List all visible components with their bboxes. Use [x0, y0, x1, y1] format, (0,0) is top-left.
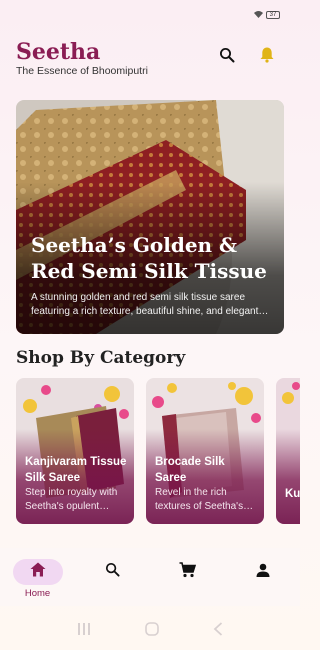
wifi-icon	[254, 10, 263, 20]
featured-banner[interactable]: Seetha’s Golden & Red Semi Silk Tissue S…	[16, 100, 284, 334]
notifications-button[interactable]	[258, 46, 276, 68]
status-icons: 37	[254, 10, 280, 20]
back-icon[interactable]	[213, 621, 223, 641]
system-navigation-bar	[0, 612, 300, 650]
featured-description: A stunning golden and red semi silk tiss…	[31, 292, 259, 317]
search-button[interactable]	[218, 47, 236, 68]
bell-icon	[259, 46, 275, 68]
category-card-kanjivaram[interactable]: Kanjivaram Tissue Silk Saree Step into r…	[16, 378, 134, 524]
brand-tagline: The Essence of Bhoomiputri	[16, 65, 148, 77]
category-title: Brocade Silk Saree	[155, 456, 225, 484]
recent-apps-icon[interactable]	[77, 622, 91, 640]
featured-title: Seetha’s Golden & Red Semi Silk Tissue S…	[31, 233, 267, 286]
battery-indicator: 37	[266, 11, 280, 19]
search-icon	[219, 47, 235, 68]
category-title: Kanjivaram Tissue Silk Saree	[25, 456, 127, 484]
search-icon	[105, 562, 120, 582]
category-carousel[interactable]: Kanjivaram Tissue Silk Saree Step into r…	[16, 378, 300, 526]
status-bar: 37	[0, 0, 300, 30]
category-card-brocade[interactable]: Brocade Silk Saree Revel in the rich tex…	[146, 378, 264, 524]
home-system-icon[interactable]	[145, 621, 159, 641]
home-icon	[30, 562, 46, 582]
category-description: Revel in the rich textures of Seetha's b…	[155, 487, 244, 512]
bottom-navigation: Home	[0, 548, 300, 606]
nav-label-home: Home	[24, 588, 51, 599]
category-title: Ku	[285, 488, 300, 500]
app-header: Seetha The Essence of Bhoomiputri	[16, 40, 286, 82]
category-description: Step into royalty with Seetha's opulent …	[25, 487, 118, 512]
cart-icon	[179, 561, 197, 583]
nav-item-cart[interactable]	[158, 559, 218, 585]
nav-item-search[interactable]	[83, 559, 143, 585]
category-card-partial[interactable]: Ku	[276, 378, 300, 524]
profile-icon	[256, 563, 270, 582]
nav-item-home[interactable]: Home	[8, 559, 68, 599]
section-title-categories: Shop By Category	[16, 348, 186, 368]
nav-item-profile[interactable]	[233, 559, 293, 585]
